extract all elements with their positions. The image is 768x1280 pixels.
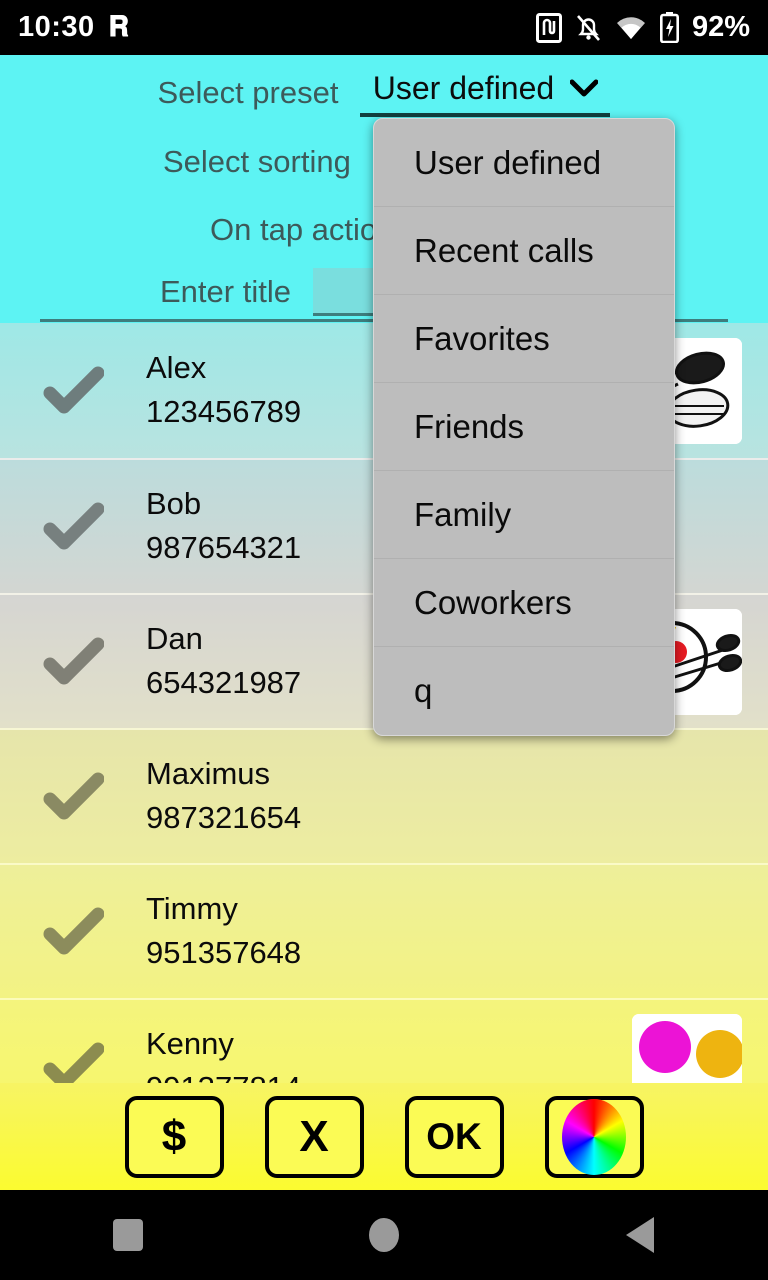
check-icon[interactable] [42,1036,105,1083]
back-button[interactable] [512,1217,768,1253]
back-icon [626,1217,654,1253]
chevron-down-icon [569,79,599,97]
preset-value: User defined [372,69,555,106]
check-icon[interactable] [42,901,105,963]
check-icon[interactable] [42,631,105,693]
check-icon[interactable] [42,360,105,422]
ok-button[interactable]: OK [404,1095,504,1178]
status-bar-left: 10:30 𝐑 [18,11,129,44]
contact-number: 991377814 [146,1067,301,1084]
sorting-label: Select sorting [163,144,351,179]
cancel-button-label: X [299,1111,329,1161]
home-icon [369,1218,399,1252]
contact-info: Kenny 991377814 [146,1022,301,1083]
contact-number: 987321654 [146,800,302,836]
pause-p-icon: 𝐑 [108,11,129,42]
contact-info: Dan 654321987 [146,617,301,707]
contact-name: Timmy [146,890,238,926]
wifi-icon [615,15,647,41]
contact-name: Kenny [146,1025,234,1061]
recent-apps-button[interactable] [0,1219,256,1251]
contact-name: Bob [146,485,202,521]
contact-name: Maximus [146,755,271,791]
contact-info: Timmy 951357648 [146,887,301,977]
ok-button-label: OK [426,1116,482,1157]
title-label: Enter title [160,274,291,309]
contact-info: Bob 987654321 [146,482,301,572]
color-wheel-icon [562,1098,626,1175]
dropdown-item-friends[interactable]: Friends [374,383,674,471]
contact-name: Dan [146,620,203,656]
preset-label: Select preset [157,75,339,110]
contact-number: 123456789 [146,394,302,430]
check-icon[interactable] [42,496,105,558]
cancel-button[interactable]: X [264,1095,364,1178]
dropdown-item-family[interactable]: Family [374,471,674,559]
recent-apps-icon [113,1219,143,1251]
preset-spinner[interactable]: User defined [360,69,611,117]
preset-row: Select preset User defined [0,63,768,123]
tap-action-label: On tap actio [210,212,378,247]
dropdown-item-coworkers[interactable]: Coworkers [374,559,674,647]
currency-button[interactable]: $ [124,1095,224,1178]
dropdown-item-q[interactable]: q [374,647,674,735]
status-bar: 10:30 𝐑 92% [0,0,768,55]
check-icon[interactable] [42,766,105,828]
nfc-icon [535,12,562,43]
bottom-toolbar: $ X OK [0,1083,768,1190]
contact-photo[interactable] [632,1013,742,1083]
dropdown-item-recent-calls[interactable]: Recent calls [374,207,674,295]
home-button[interactable] [256,1218,512,1252]
phone-screen: 10:30 𝐑 92% Select preset User defined S… [0,0,768,1280]
contact-info: Alex 123456789 [146,346,301,436]
contact-number: 654321987 [146,665,302,701]
system-nav-bar [0,1190,768,1280]
preset-dropdown-menu[interactable]: User defined Recent calls Favorites Frie… [373,118,675,736]
table-row[interactable]: Timmy 951357648 [0,863,768,998]
status-bar-right: 92% [535,11,750,44]
contact-number: 987654321 [146,530,302,566]
dropdown-item-user-defined[interactable]: User defined [374,119,674,207]
app-content: Select preset User defined Select sortin… [0,55,768,1190]
status-clock: 10:30 [18,11,95,43]
color-picker-button[interactable] [544,1095,644,1178]
notifications-off-icon [575,13,602,43]
table-row[interactable]: Maximus 987321654 [0,728,768,863]
battery-percent: 92% [691,11,750,43]
battery-charging-icon [659,12,679,43]
table-row[interactable]: Kenny 991377814 [0,998,768,1083]
currency-button-label: $ [161,1111,187,1161]
contact-number: 951357648 [146,935,302,971]
contact-name: Alex [146,349,207,385]
dropdown-item-favorites[interactable]: Favorites [374,295,674,383]
contact-info: Maximus 987321654 [146,752,301,842]
